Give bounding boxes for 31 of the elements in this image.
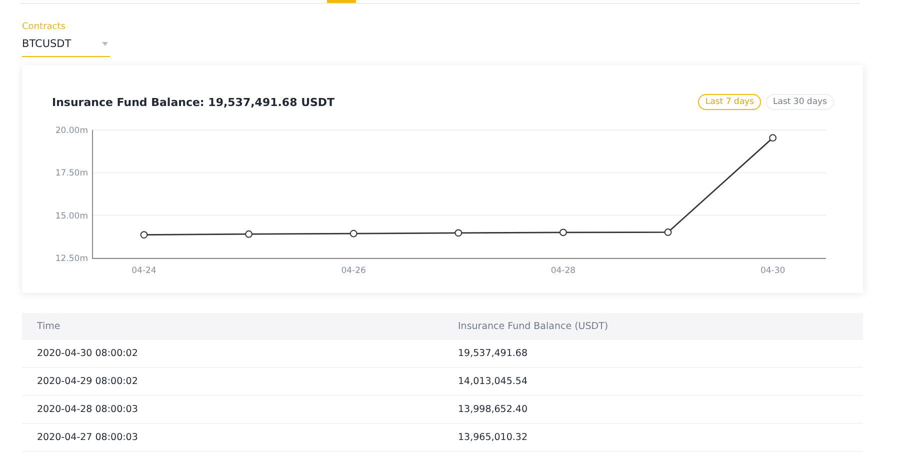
y-axis-label: 15.00m — [55, 211, 88, 222]
table-cell-text: 13,998,652.40 — [457, 404, 529, 415]
data-point — [664, 228, 672, 236]
x-axis-label: 04-28 — [550, 266, 576, 276]
table-cell-text: 19,537,491.68 — [457, 348, 529, 359]
data-point — [560, 228, 567, 236]
contracts-label: Contracts — [22, 22, 66, 32]
caret-icon — [102, 42, 108, 46]
contract-dropdown[interactable]: BTCUSDT — [22, 32, 110, 57]
data-point — [245, 230, 252, 238]
data-point — [454, 229, 462, 237]
column-header: Time — [36, 321, 62, 332]
x-axis-label: 04-26 — [341, 266, 366, 276]
y-axis-label: 20.00m — [55, 126, 88, 136]
table-cell-text: 2020-04-29 08:00:02 — [36, 376, 139, 387]
y-axis-label: 17.50m — [55, 168, 88, 179]
chart-title: Insurance Fund Balance: 19,537,491.68 USDT — [52, 96, 335, 108]
column-header: Insurance Fund Balance (USDT) — [457, 321, 610, 332]
range-button[interactable]: Last 30 days — [766, 94, 834, 110]
data-point — [350, 230, 358, 238]
table-cell-text: 13,965,010.32 — [457, 432, 529, 443]
y-axis-label: 12.50m — [55, 254, 88, 264]
table-cell-text: 2020-04-28 08:00:03 — [36, 404, 139, 415]
x-axis-label: 04-30 — [760, 266, 786, 276]
table-cell-text: 2020-04-30 08:00:02 — [36, 348, 139, 359]
tab-indicator — [327, 0, 356, 3]
data-point — [140, 231, 148, 238]
x-axis-label: 04-24 — [132, 266, 156, 276]
table-cell-text: 14,013,045.54 — [457, 376, 529, 387]
table-cell-text: 2020-04-27 08:00:03 — [36, 432, 139, 443]
data-point — [769, 134, 776, 142]
